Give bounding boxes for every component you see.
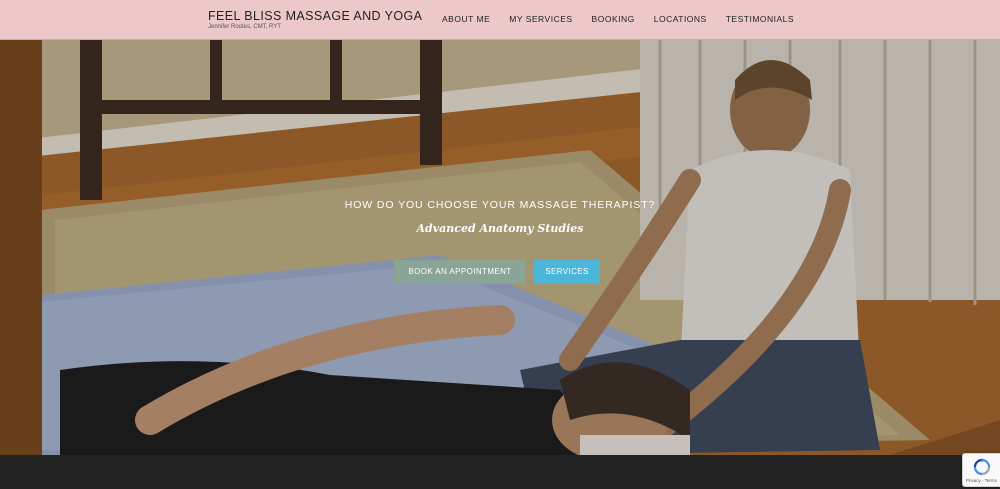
nav-booking[interactable]: BOOKING	[592, 14, 635, 24]
main-nav: ABOUT ME MY SERVICES BOOKING LOCATIONS T…	[442, 14, 813, 24]
site-subtitle: Jennifer Rootes, CMT, RYT	[208, 24, 281, 30]
nav-locations[interactable]: LOCATIONS	[654, 14, 707, 24]
site-title[interactable]: FEEL BLISS MASSAGE AND YOGA	[208, 9, 422, 23]
nav-my-services[interactable]: MY SERVICES	[509, 14, 572, 24]
book-appointment-button[interactable]: BOOK AN APPOINTMENT	[394, 260, 526, 284]
hero-subheading: Advanced Anatomy Studies	[416, 222, 584, 235]
brand[interactable]: FEEL BLISS MASSAGE AND YOGA Jennifer Roo…	[208, 9, 422, 30]
hero-overlay	[0, 40, 1000, 455]
recaptcha-badge[interactable]: Privacy - Terms	[962, 453, 1000, 487]
hero-heading: HOW DO YOU CHOOSE YOUR MASSAGE THERAPIST…	[344, 199, 656, 211]
site-header: FEEL BLISS MASSAGE AND YOGA Jennifer Roo…	[0, 0, 1000, 40]
recaptcha-icon	[973, 458, 991, 476]
nav-testimonials[interactable]: TESTIMONIALS	[726, 14, 794, 24]
services-button[interactable]: SERVICES	[534, 260, 600, 284]
footer-strip	[0, 455, 1000, 489]
nav-about-me[interactable]: ABOUT ME	[442, 14, 490, 24]
recaptcha-text[interactable]: Privacy - Terms	[966, 478, 997, 483]
hero-section: HOW DO YOU CHOOSE YOUR MASSAGE THERAPIST…	[0, 40, 1000, 455]
